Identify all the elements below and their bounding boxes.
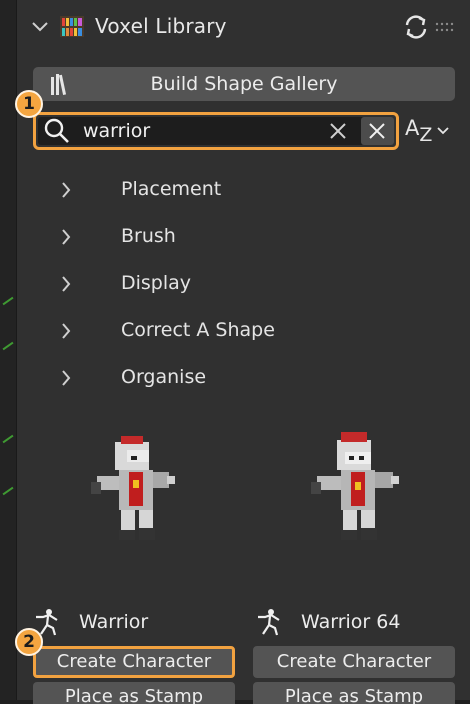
build-shape-gallery-button[interactable]: Build Shape Gallery [33, 67, 455, 101]
build-shape-gallery-label: Build Shape Gallery [150, 73, 338, 95]
chevron-right-icon [62, 182, 71, 198]
warrior-64-thumbnail[interactable] [297, 410, 447, 560]
sort-alpha-icon: AZ [405, 116, 433, 146]
search-field[interactable]: warrior [38, 117, 394, 145]
section-label: Display [121, 272, 192, 294]
chevron-right-icon [62, 229, 71, 245]
section-label: Brush [121, 225, 176, 247]
section-correct-a-shape[interactable]: Correct A Shape [17, 311, 470, 351]
chevron-down-icon[interactable] [31, 18, 49, 36]
step-badge-2: 2 [15, 628, 43, 656]
grid-line [2, 341, 14, 351]
close-icon[interactable] [328, 121, 348, 141]
chevron-down-icon [437, 127, 449, 135]
chevron-right-icon [62, 323, 71, 339]
search-input[interactable]: warrior [83, 120, 150, 142]
item-name-label: Warrior 64 [301, 611, 401, 633]
section-label: Correct A Shape [121, 319, 275, 341]
character-pose-icon [258, 609, 280, 636]
section-organise[interactable]: Organise [17, 358, 470, 398]
warrior-thumbnail[interactable] [75, 410, 225, 560]
place-as-stamp-button[interactable]: Place as Stamp [33, 682, 235, 704]
library-icon [60, 16, 84, 37]
step-badge-1: 1 [15, 90, 43, 118]
section-label: Organise [121, 366, 207, 388]
search-field-highlight: warrior [33, 112, 399, 150]
grid-line [2, 434, 14, 444]
section-display[interactable]: Display [17, 264, 470, 304]
chevron-right-icon [62, 276, 71, 292]
section-brush[interactable]: Brush [17, 217, 470, 257]
section-placement[interactable]: Placement [17, 170, 470, 210]
grid-line [2, 296, 14, 306]
place-as-stamp-button[interactable]: Place as Stamp [253, 682, 455, 704]
drag-grip-icon[interactable] [435, 22, 457, 32]
section-label: Placement [121, 178, 222, 200]
panel-title: Voxel Library [95, 14, 227, 38]
panel-header[interactable]: Voxel Library [17, 0, 470, 56]
sort-dropdown[interactable]: AZ [405, 114, 461, 148]
item-name-label: Warrior [79, 611, 149, 633]
refresh-icon[interactable] [401, 12, 431, 42]
item-name-warrior-64: Warrior 64 [255, 608, 455, 638]
voxel-library-panel: Voxel Library Build Shape Gallery 1 warr… [15, 0, 470, 704]
clear-icon [369, 123, 385, 139]
chevron-right-icon [62, 370, 71, 386]
create-character-button[interactable]: Create Character [253, 646, 455, 678]
viewport-edge [0, 0, 16, 700]
search-icon [44, 118, 69, 143]
item-name-warrior: Warrior [33, 608, 233, 638]
grid-line [2, 486, 14, 496]
create-character-button[interactable]: Create Character [33, 646, 235, 678]
clear-search-button[interactable] [361, 117, 394, 145]
